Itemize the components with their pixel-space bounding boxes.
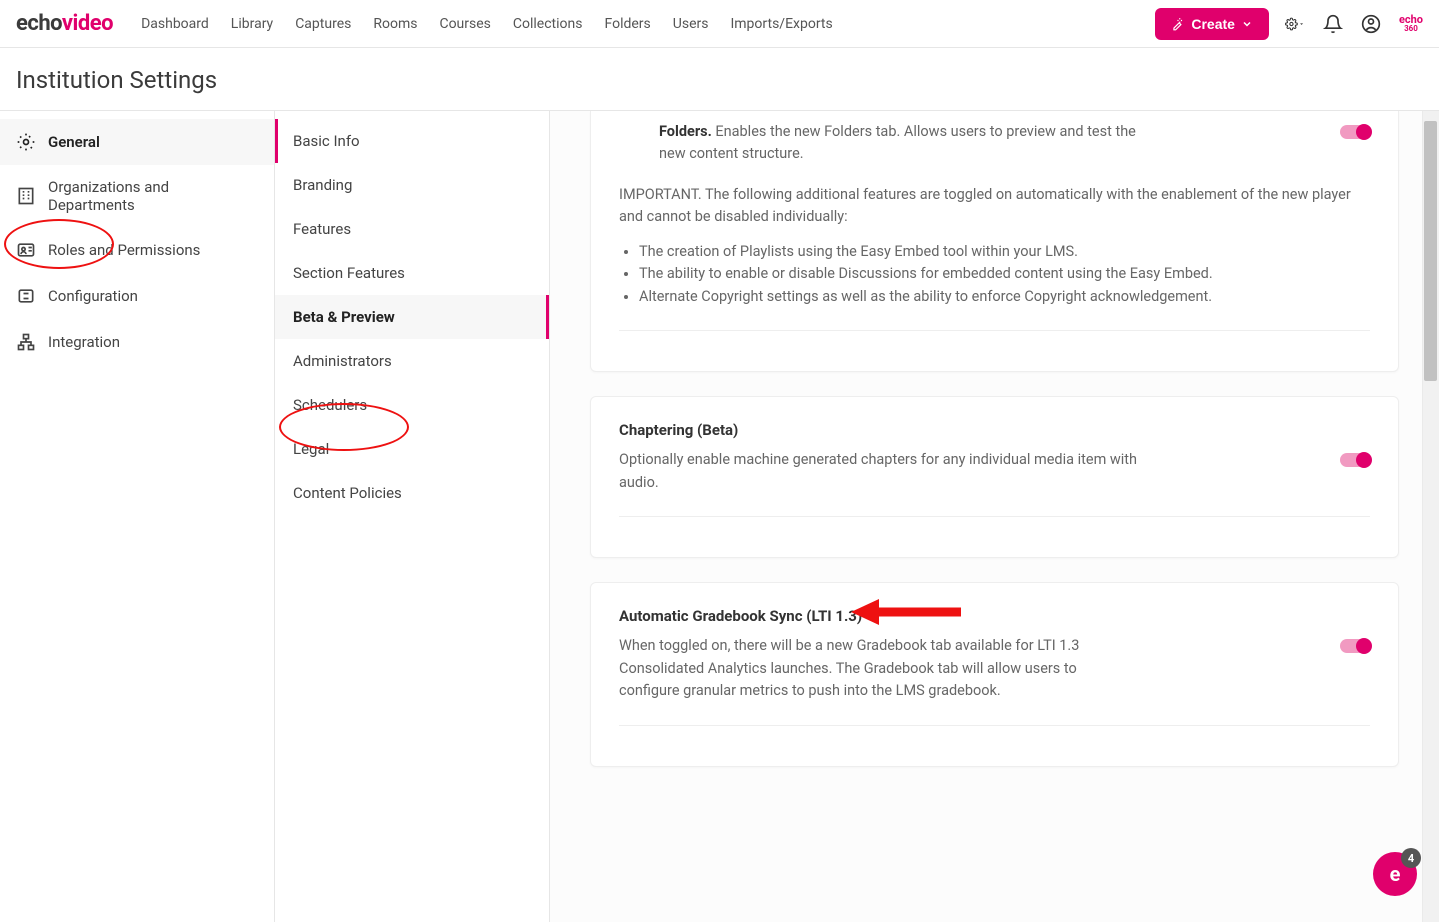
chaptering-title: Chaptering (Beta) <box>619 421 1370 439</box>
sidebar2-basic-info[interactable]: Basic Info <box>275 119 549 163</box>
nav-rooms[interactable]: Rooms <box>373 16 417 32</box>
sidebar1-label: General <box>48 133 100 151</box>
sidebar2-legal[interactable]: Legal <box>275 427 549 471</box>
network-icon <box>16 332 36 352</box>
account-button[interactable] <box>1361 14 1381 34</box>
nav-imports-exports[interactable]: Imports/Exports <box>730 16 832 32</box>
gradebook-toggle[interactable] <box>1340 639 1370 653</box>
sidebar1-orgs[interactable]: Organizations and Departments <box>0 165 274 227</box>
gear-icon <box>1285 15 1298 33</box>
chat-letter: e <box>1390 862 1401 886</box>
top-header: echovideo Dashboard Library Captures Roo… <box>0 0 1439 48</box>
gradebook-text: When toggled on, there will be a new Gra… <box>619 635 1139 702</box>
divider <box>619 516 1370 517</box>
create-label: Create <box>1191 16 1235 32</box>
folders-toggle[interactable] <box>1340 125 1370 139</box>
nav-courses[interactable]: Courses <box>439 16 490 32</box>
chat-badge: 4 <box>1401 848 1421 868</box>
gradebook-title: Automatic Gradebook Sync (LTI 1.3) <box>619 607 1370 625</box>
sidebar2-beta-preview[interactable]: Beta & Preview <box>275 295 549 339</box>
page-title: Institution Settings <box>0 48 1439 110</box>
nav-library[interactable]: Library <box>231 16 273 32</box>
settings-dropdown[interactable] <box>1285 14 1305 34</box>
folders-text: Folders. Enables the new Folders tab. Al… <box>659 121 1139 166</box>
scrollbar-track[interactable] <box>1422 111 1439 922</box>
sidebar2-schedulers[interactable]: Schedulers <box>275 383 549 427</box>
main-content: Folders. Enables the new Folders tab. Al… <box>550 111 1439 922</box>
nav-folders[interactable]: Folders <box>604 16 650 32</box>
sidebar2-branding[interactable]: Branding <box>275 163 549 207</box>
sidebar1-label: Configuration <box>48 287 138 305</box>
sidebar1-roles[interactable]: Roles and Permissions <box>0 227 274 273</box>
sidebar2-features[interactable]: Features <box>275 207 549 251</box>
user-circle-icon <box>1361 14 1381 34</box>
id-card-icon <box>16 240 36 260</box>
sidebar1-label: Roles and Permissions <box>48 241 200 259</box>
nav-collections[interactable]: Collections <box>513 16 583 32</box>
brand-logo[interactable]: echovideo <box>16 11 113 36</box>
nav-captures[interactable]: Captures <box>295 16 351 32</box>
caret-down-icon <box>1298 19 1305 29</box>
create-button[interactable]: Create <box>1155 8 1269 40</box>
sidebar2-section-features[interactable]: Section Features <box>275 251 549 295</box>
nav-users[interactable]: Users <box>673 16 709 32</box>
chaptering-toggle[interactable] <box>1340 453 1370 467</box>
logo-text-1: echo <box>16 11 62 36</box>
sidebar-secondary: Basic Info Branding Features Section Fea… <box>275 111 550 922</box>
sliders-icon <box>16 286 36 306</box>
sidebar2-content-policies[interactable]: Content Policies <box>275 471 549 515</box>
notifications-button[interactable] <box>1323 14 1343 34</box>
sidebar1-label: Integration <box>48 333 120 351</box>
sidebar1-config[interactable]: Configuration <box>0 273 274 319</box>
chevron-down-icon <box>1241 18 1253 30</box>
divider <box>619 330 1370 331</box>
important-note: IMPORTANT. The following additional feat… <box>619 184 1370 229</box>
divider <box>619 725 1370 726</box>
header-actions: echo 360 <box>1285 14 1423 34</box>
card-gradebook: Automatic Gradebook Sync (LTI 1.3) When … <box>590 582 1399 766</box>
chaptering-text: Optionally enable machine generated chap… <box>619 449 1139 494</box>
card-chaptering: Chaptering (Beta) Optionally enable mach… <box>590 396 1399 558</box>
sidebar2-administrators[interactable]: Administrators <box>275 339 549 383</box>
wand-icon <box>1171 17 1185 31</box>
top-nav: Dashboard Library Captures Rooms Courses… <box>141 16 1155 32</box>
logo-text-2: video <box>62 11 113 36</box>
sidebar1-integration[interactable]: Integration <box>0 319 274 365</box>
bell-icon <box>1323 14 1343 34</box>
sidebar1-label: Organizations and Departments <box>48 178 258 214</box>
chat-widget[interactable]: e 4 <box>1373 852 1417 896</box>
sidebar-primary: General Organizations and Departments Ro… <box>0 111 275 922</box>
important-bullets: The creation of Playlists using the Easy… <box>639 241 1370 308</box>
scrollbar-thumb[interactable] <box>1424 121 1437 381</box>
sidebar1-general[interactable]: General <box>0 119 274 165</box>
building-icon <box>16 186 36 206</box>
gear-icon <box>16 132 36 152</box>
nav-dashboard[interactable]: Dashboard <box>141 16 209 32</box>
content-wrap: General Organizations and Departments Ro… <box>0 110 1439 922</box>
mini-logo[interactable]: echo 360 <box>1399 14 1423 33</box>
card-folders-feature: Folders. Enables the new Folders tab. Al… <box>590 111 1399 372</box>
